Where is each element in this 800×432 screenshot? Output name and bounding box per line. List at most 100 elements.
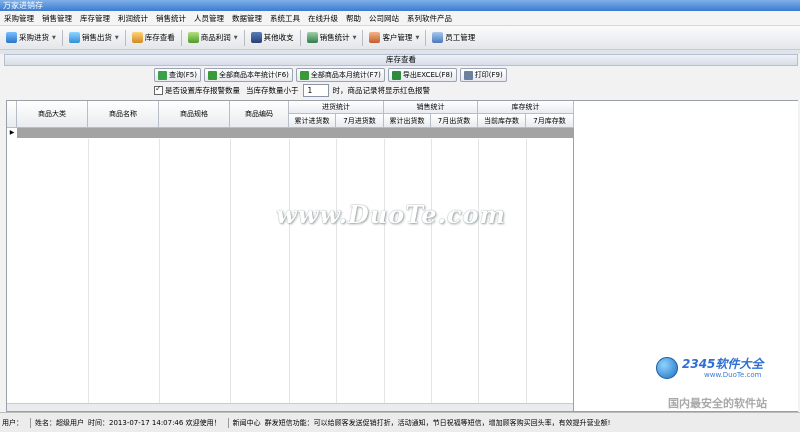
export-label: 导出EXCEL(F8) — [402, 71, 453, 79]
col-name[interactable]: 商品名称 — [88, 101, 159, 128]
print-button[interactable]: 打印(F9) — [459, 68, 507, 82]
menu-products[interactable]: 系列软件产品 — [403, 13, 456, 24]
grid-line — [289, 139, 290, 411]
menu-personnel[interactable]: 人员管理 — [190, 13, 228, 24]
window-title: 万家进销存 — [0, 0, 800, 11]
col-total-sales[interactable]: 累计出货数 — [384, 114, 431, 128]
horizontal-scrollbar[interactable] — [7, 403, 573, 411]
toolbar-label: 员工管理 — [445, 33, 476, 42]
inventory-grid: 商品大类 商品名称 商品规格 商品编码 进货统计 累计进货数 7月进货数 销售统… — [6, 100, 574, 412]
menu-purchase[interactable]: 采购管理 — [0, 13, 38, 24]
chevron-down-icon: ▼ — [114, 34, 119, 41]
menu-inventory[interactable]: 库存管理 — [76, 13, 114, 24]
separator — [124, 29, 126, 46]
profit-icon — [187, 32, 199, 43]
query-button[interactable]: 查询(F5) — [154, 68, 201, 82]
brand-logo: 2345软件大全 www.DuoTe.com 国内最安全的软件站 — [656, 355, 796, 410]
grid-line — [159, 139, 160, 411]
alarm-options: 是否设置库存报警数量 当库存数量小于 1 时，商品记录将显示红色报警 — [154, 84, 430, 97]
toolbar-customer-button[interactable]: 客户管理 ▼ — [365, 29, 423, 47]
toolbar-label: 销售统计 — [319, 33, 350, 42]
separator — [362, 29, 364, 46]
watermark: www.DuoTe.com — [276, 200, 506, 229]
statusbar: 用户： 姓名：超级用户 时间：2013-07-17 14:07:46 欢迎使用！… — [0, 412, 800, 432]
toolbar-income-expense-button[interactable]: 其他收支 — [247, 29, 298, 47]
separator — [180, 29, 182, 46]
chevron-down-icon: ▼ — [52, 34, 56, 41]
col-spec[interactable]: 商品规格 — [159, 101, 230, 128]
col-current-stock[interactable]: 当前库存数 — [478, 114, 526, 128]
separator — [30, 417, 31, 428]
status-message: 群发短信功能：可以给顾客发送促销打折，活动通知，节日祝福等短信，增加顾客购买回头… — [264, 418, 611, 427]
col-month-purchase[interactable]: 7月进货数 — [336, 114, 384, 128]
col-month-sales[interactable]: 7月出货数 — [431, 114, 478, 128]
status-name: 姓名：超级用户 — [35, 418, 84, 427]
grid-line — [431, 139, 432, 411]
menu-update[interactable]: 在线升级 — [304, 13, 342, 24]
alarm-checkbox-label: 是否设置库存报警数量 — [165, 86, 240, 95]
toolbar-label: 商品利润 — [200, 33, 231, 42]
staff-icon — [432, 32, 444, 43]
inventory-icon — [131, 32, 143, 43]
chevron-down-icon: ▼ — [415, 34, 420, 41]
export-excel-button[interactable]: 导出EXCEL(F8) — [387, 68, 457, 82]
threshold-input[interactable]: 1 — [302, 84, 329, 97]
alarm-checkbox[interactable] — [154, 84, 163, 95]
globe-icon — [656, 357, 678, 379]
printer-icon — [463, 70, 473, 80]
grid-line — [88, 139, 89, 411]
customer-icon — [369, 32, 381, 43]
menu-website[interactable]: 公司网站 — [365, 13, 403, 24]
separator — [425, 29, 427, 46]
page-title: 库存查看 — [4, 54, 798, 66]
toolbar: 采购进货 ▼ 销售出货 ▼ 库存查看 商品利润 ▼ 其他收支 销售统计 ▼ 客户… — [0, 26, 800, 50]
year-stats-button[interactable]: 全部商品本年统计(F6) — [203, 68, 293, 82]
menu-sales[interactable]: 销售管理 — [38, 13, 76, 24]
separator — [243, 29, 245, 46]
menu-data[interactable]: 数据管理 — [228, 13, 266, 24]
separator — [61, 29, 63, 46]
toolbar-label: 库存查看 — [144, 33, 175, 42]
toolbar-profit-button[interactable]: 商品利润 ▼ — [184, 29, 242, 47]
grid-line — [526, 139, 527, 411]
grid-corner — [7, 101, 17, 128]
col-month-stock[interactable]: 7月库存数 — [526, 114, 574, 128]
toolbar-purchase-button[interactable]: 采购进货 ▼ — [2, 29, 60, 47]
logo-brand: 2345软件大全 — [682, 357, 764, 371]
query-label: 查询(F5) — [169, 71, 197, 79]
group-stock: 库存统计 — [478, 101, 574, 114]
grid-line — [336, 139, 337, 411]
status-news[interactable]: 新闻中心 — [233, 418, 261, 428]
sales-icon — [68, 32, 80, 43]
search-icon — [158, 70, 167, 80]
toolbar-sales-stats-button[interactable]: 销售统计 ▼ — [303, 29, 361, 47]
status-user-label: 用户： — [2, 418, 23, 427]
logo-url: www.DuoTe.com — [704, 371, 762, 379]
col-category[interactable]: 商品大类 — [17, 101, 88, 128]
month-stats-label: 全部商品本月统计(F7) — [310, 71, 381, 79]
toolbar-label: 销售出货 — [81, 33, 112, 42]
toolbar-label: 采购进货 — [19, 33, 49, 42]
col-code[interactable]: 商品编码 — [230, 101, 289, 128]
menu-help[interactable]: 帮助 — [342, 13, 365, 24]
table-row[interactable] — [17, 128, 574, 138]
grid-line — [230, 139, 231, 411]
status-time: 时间：2013-07-17 14:07:46 欢迎使用！ — [88, 418, 221, 427]
separator — [299, 29, 301, 46]
toolbar-staff-button[interactable]: 员工管理 — [428, 29, 479, 47]
toolbar-sales-button[interactable]: 销售出货 ▼ — [65, 29, 123, 47]
menu-profit[interactable]: 利润统计 — [114, 13, 152, 24]
income-expense-icon — [250, 32, 262, 43]
toolbar-label: 客户管理 — [382, 33, 413, 42]
chevron-down-icon: ▼ — [352, 34, 357, 41]
grid-line — [478, 139, 479, 411]
menubar: 采购管理 销售管理 库存管理 利润统计 销售统计 人员管理 数据管理 系统工具 … — [0, 11, 800, 26]
threshold-suffix: 时，商品记录将显示红色报警 — [332, 86, 431, 95]
purchase-icon — [6, 32, 17, 43]
menu-sales-stats[interactable]: 销售统计 — [152, 13, 190, 24]
col-total-purchase[interactable]: 累计进货数 — [289, 114, 336, 128]
toolbar-inventory-button[interactable]: 库存查看 — [128, 29, 179, 47]
print-label: 打印(F9) — [474, 71, 503, 79]
menu-tools[interactable]: 系统工具 — [266, 13, 304, 24]
month-stats-button[interactable]: 全部商品本月统计(F7) — [295, 68, 385, 82]
